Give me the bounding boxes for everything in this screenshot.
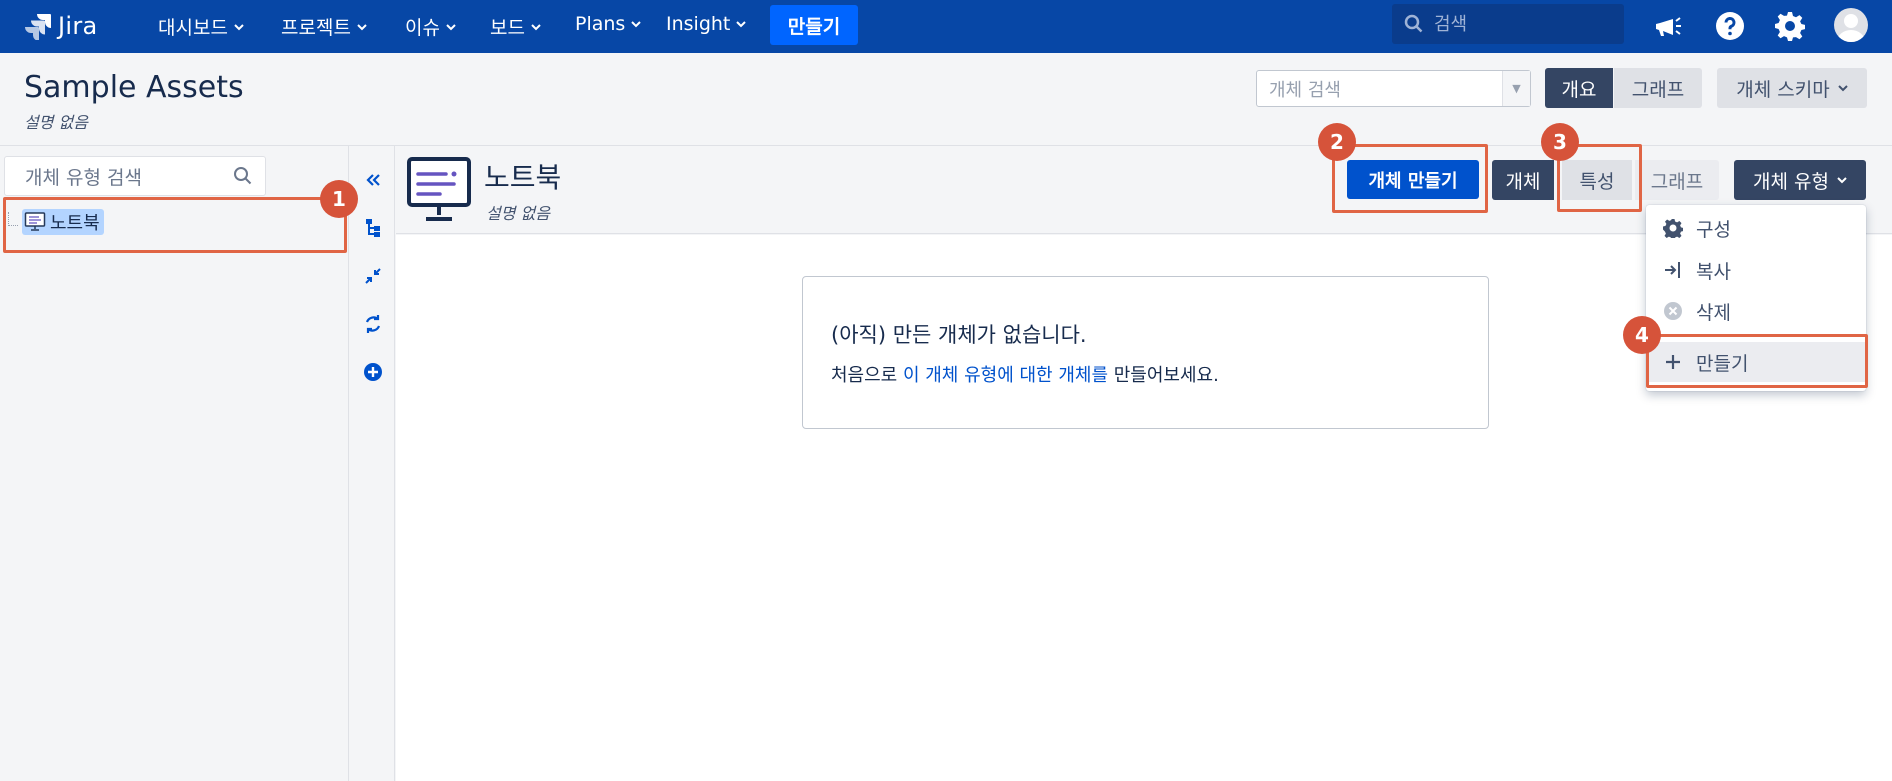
object-type-menu-label: 개체 유형: [1753, 170, 1829, 193]
nav-issues[interactable]: 이슈: [405, 13, 456, 40]
chevron-down-icon: [531, 23, 541, 30]
object-search-select[interactable]: 개체 검색 ▼: [1256, 70, 1531, 107]
delete-icon: [1662, 300, 1684, 322]
settings-button[interactable]: [1773, 9, 1807, 43]
tree-toolbar: [350, 146, 395, 781]
menu-item-label: 구성: [1696, 218, 1731, 241]
global-create-button[interactable]: 만들기: [770, 5, 858, 45]
nav-plans[interactable]: Plans: [575, 13, 642, 35]
create-object-link[interactable]: 이 개체 유형에 대한 개체를: [903, 365, 1108, 386]
monitor-icon: [407, 157, 471, 221]
nav-label: 대시보드: [158, 17, 228, 39]
add-object-type-button[interactable]: [361, 360, 385, 384]
chevron-down-icon: [631, 21, 642, 28]
search-icon: [1404, 14, 1423, 33]
chevron-down-icon: [234, 23, 244, 30]
nav-label: 이슈: [405, 17, 440, 39]
top-navigation: Jira 대시보드 프로젝트 이슈 보드 Plans Insight 만들기: [0, 0, 1892, 53]
nav-label: Plans: [575, 13, 626, 35]
minimize-icon: [365, 268, 381, 284]
nav-label: 프로젝트: [281, 17, 351, 39]
annotation-box-1: [3, 197, 347, 253]
jira-logo[interactable]: Jira: [24, 10, 98, 42]
hierarchy-icon: [366, 219, 380, 237]
empty-desc-prefix: 처음으로: [831, 365, 903, 386]
object-schema-label: 개체 스키마: [1736, 78, 1830, 101]
empty-state-title: (아직) 만든 개체가 없습니다.: [831, 323, 1087, 347]
object-search-placeholder: 개체 검색: [1269, 79, 1341, 101]
nav-dashboards[interactable]: 대시보드: [158, 13, 244, 40]
global-search-input[interactable]: [1434, 13, 1604, 35]
annotation-badge-3: 3: [1541, 123, 1579, 161]
object-schema-menu[interactable]: 개체 스키마: [1717, 68, 1867, 108]
help-icon: [1716, 12, 1744, 40]
megaphone-icon: [1656, 17, 1681, 36]
copy-icon: [1662, 259, 1684, 281]
chevron-down-icon: [736, 21, 747, 28]
view-overview-button[interactable]: 개요: [1545, 68, 1613, 108]
nav-label: 보드: [490, 17, 525, 39]
menu-item-label: 복사: [1696, 260, 1731, 283]
menu-item-copy[interactable]: 복사: [1646, 250, 1866, 290]
app-name: Jira: [58, 12, 98, 40]
collapse-all-button[interactable]: [361, 264, 385, 288]
chevron-down-icon: [1838, 85, 1848, 92]
nav-label: Insight: [666, 13, 731, 35]
annotation-badge-1: 1: [320, 180, 358, 218]
page-title: Sample Assets: [24, 70, 244, 105]
empty-state: (아직) 만든 개체가 없습니다. 처음으로 이 개체 유형에 대한 개체를 만…: [802, 276, 1489, 429]
nav-boards[interactable]: 보드: [490, 13, 541, 40]
chevron-down-icon: [446, 23, 456, 30]
jira-assets-page: Jira 대시보드 프로젝트 이슈 보드 Plans Insight 만들기 검…: [0, 0, 1892, 781]
add-circle-icon: [364, 363, 382, 381]
jira-logo-icon: [25, 14, 51, 40]
menu-item-label: 삭제: [1696, 301, 1731, 324]
global-search[interactable]: [1392, 4, 1624, 44]
nav-insight[interactable]: Insight: [666, 13, 747, 35]
refresh-button[interactable]: [361, 312, 385, 336]
tree-structure-button[interactable]: [361, 216, 385, 240]
annotation-badge-2: 2: [1318, 123, 1356, 161]
dropdown-arrow-icon[interactable]: ▼: [1502, 71, 1530, 106]
tab-graph[interactable]: 그래프: [1635, 160, 1719, 200]
chevron-down-icon: [357, 23, 367, 30]
notifications-button[interactable]: [1650, 9, 1684, 43]
collapse-panel-button[interactable]: [361, 168, 385, 192]
view-graph-button[interactable]: 그래프: [1614, 68, 1702, 108]
object-type-subtitle: 설명 없음: [486, 204, 550, 223]
annotation-box-4: [1646, 334, 1868, 388]
search-icon: [234, 167, 252, 185]
menu-item-delete[interactable]: 삭제: [1646, 291, 1866, 331]
chevron-down-icon: [1837, 177, 1847, 184]
help-button[interactable]: [1713, 9, 1747, 43]
object-type-menu-button[interactable]: 개체 유형: [1734, 160, 1866, 200]
gear-icon: [1775, 12, 1805, 41]
empty-state-description: 처음으로 이 개체 유형에 대한 개체를 만들어보세요.: [831, 361, 1219, 387]
double-chevron-left-icon: [366, 174, 380, 186]
user-avatar[interactable]: [1834, 8, 1868, 42]
annotation-box-2: [1332, 144, 1488, 213]
gear-icon: [1662, 217, 1684, 239]
object-type-search-placeholder: 개체 유형 검색: [25, 166, 142, 189]
user-icon: [1837, 14, 1865, 42]
object-type-search[interactable]: 개체 유형 검색: [4, 156, 266, 196]
page-subtitle: 설명 없음: [24, 113, 88, 132]
tab-objects[interactable]: 개체: [1492, 160, 1554, 200]
annotation-badge-4: 4: [1623, 316, 1661, 354]
menu-item-configure[interactable]: 구성: [1646, 208, 1866, 248]
object-type-title: 노트북: [484, 161, 562, 194]
refresh-icon: [365, 315, 381, 333]
nav-projects[interactable]: 프로젝트: [281, 13, 367, 40]
empty-desc-suffix: 만들어보세요.: [1108, 365, 1219, 386]
